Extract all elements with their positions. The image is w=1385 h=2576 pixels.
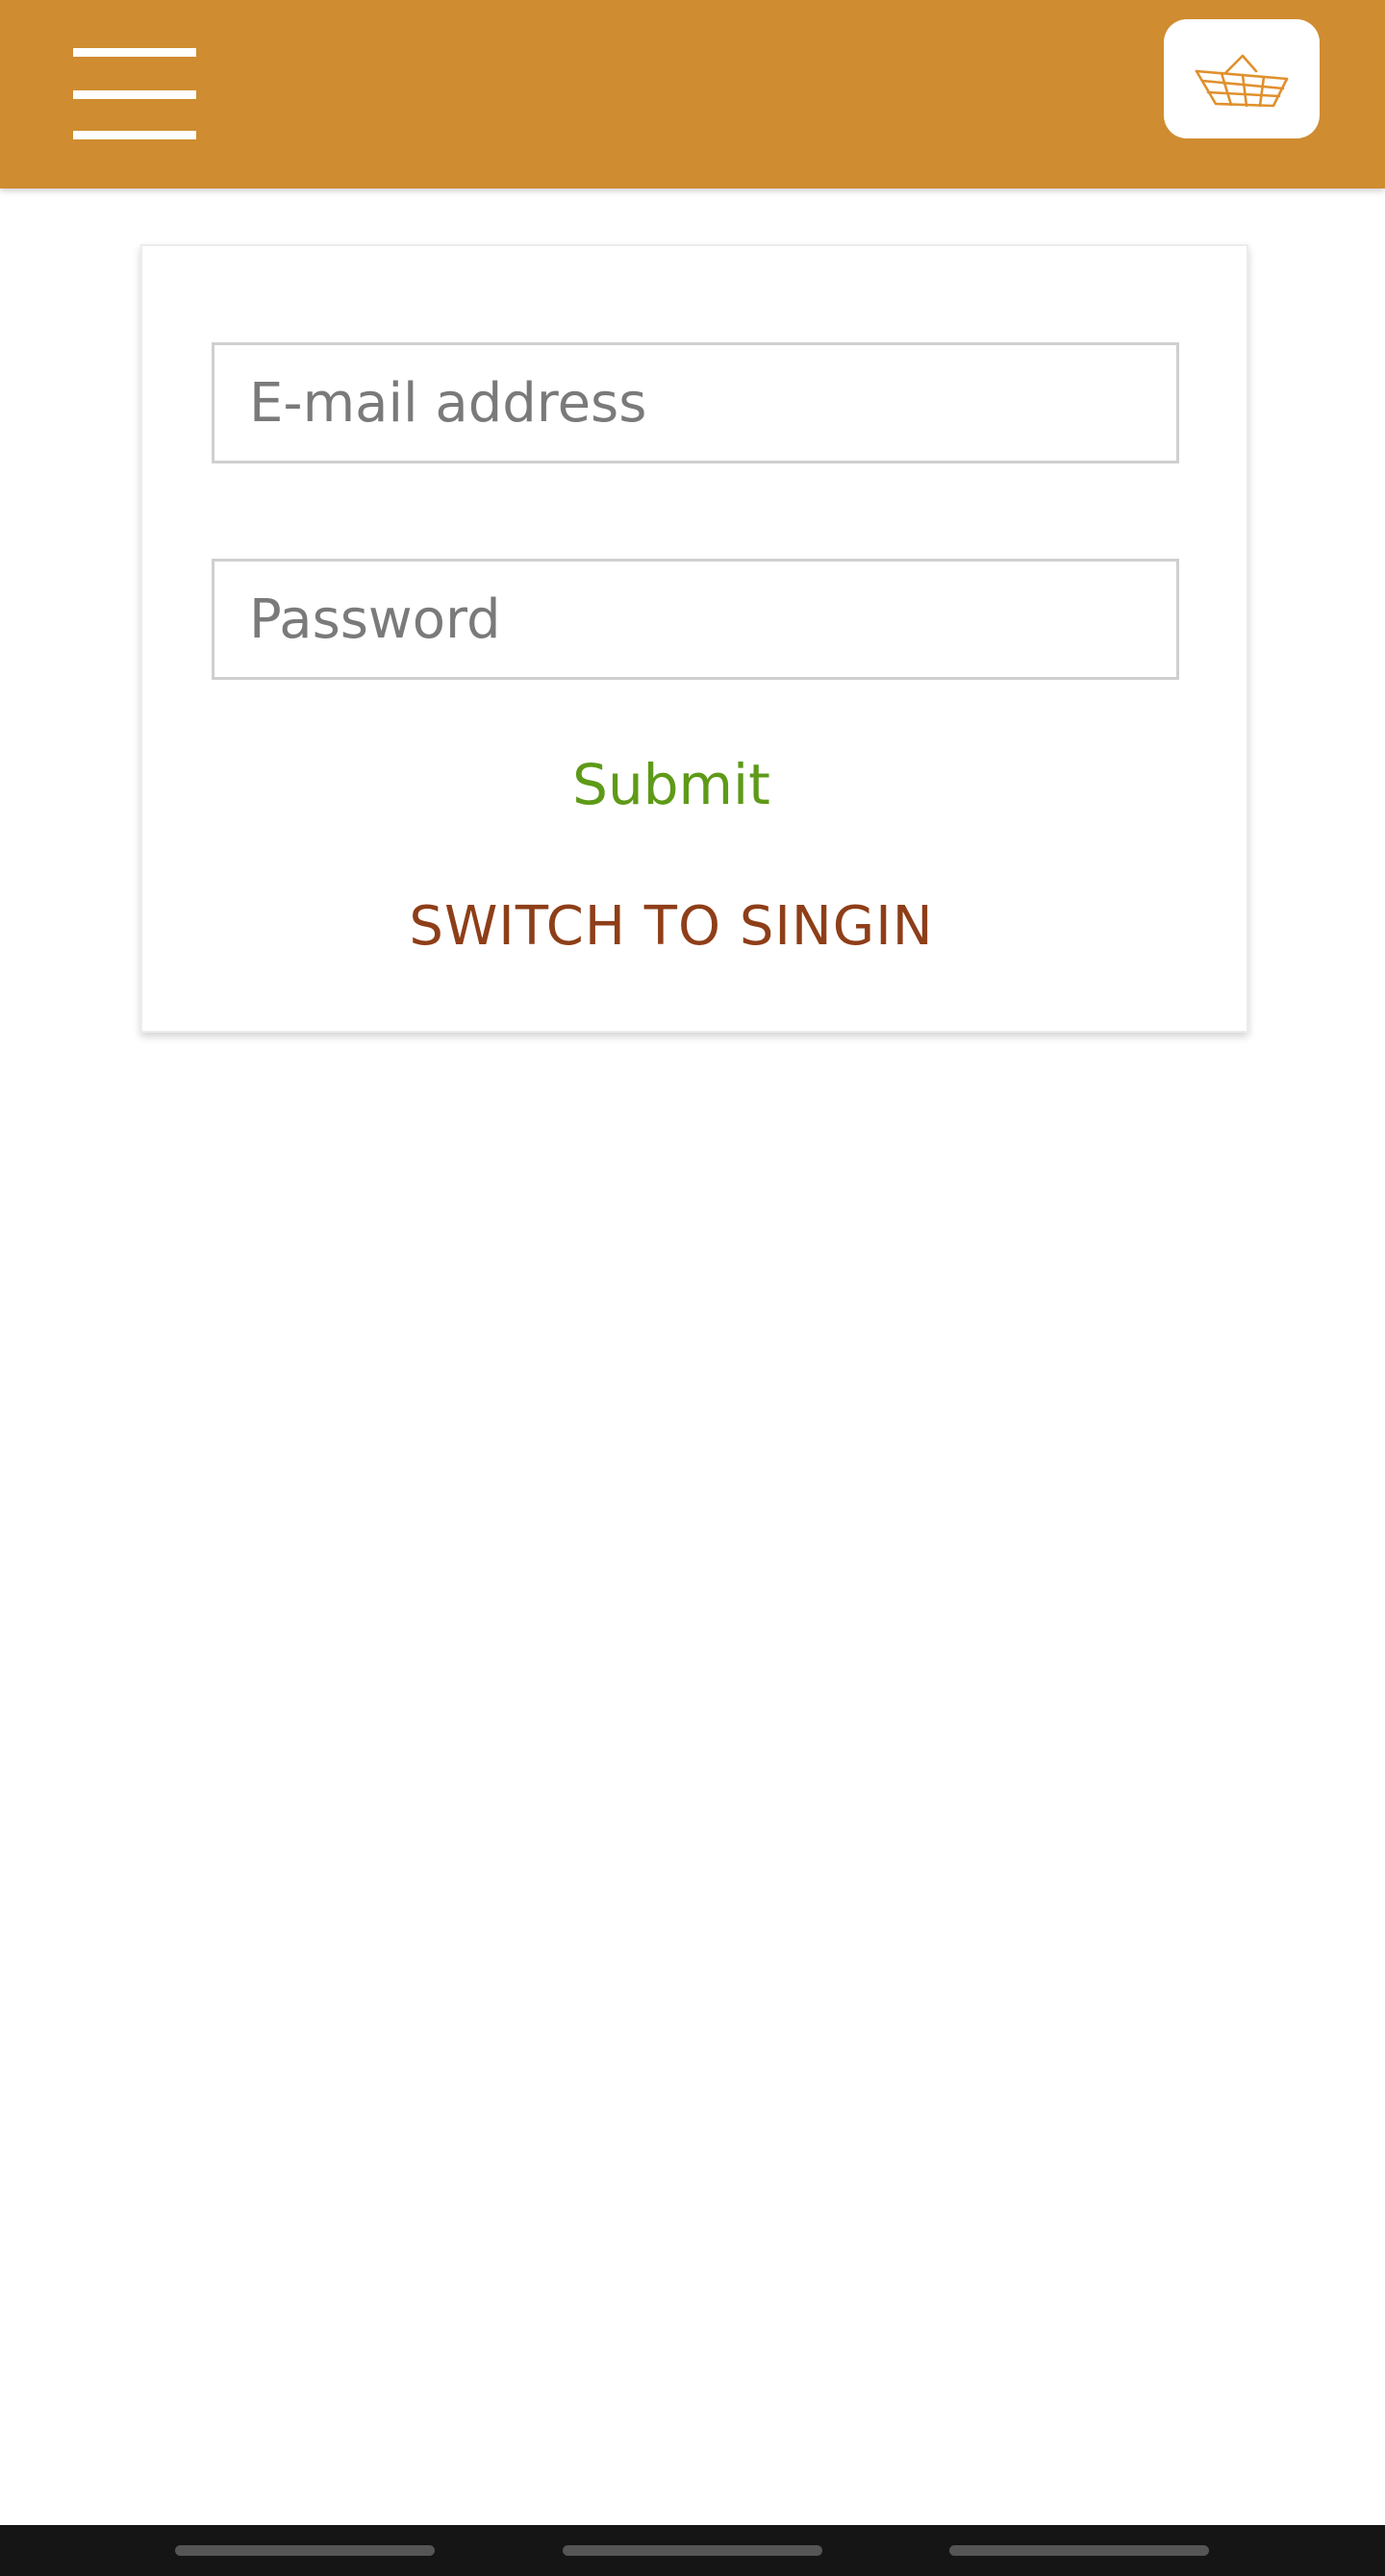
menu-bar-middle (73, 90, 196, 99)
basket-icon (1195, 54, 1289, 108)
submit-button[interactable]: Submit (142, 746, 1200, 823)
nav-handle-right[interactable] (949, 2545, 1209, 2556)
email-field[interactable] (212, 342, 1179, 463)
nav-handle-left[interactable] (175, 2545, 435, 2556)
switch-to-signin-button[interactable]: SWITCH TO SINGIN (142, 888, 1200, 965)
app-screen: Submit SWITCH TO SINGIN (0, 0, 1385, 2576)
password-field[interactable] (212, 559, 1179, 680)
menu-bar-top (73, 48, 196, 57)
email-input[interactable] (214, 345, 1176, 461)
login-card: Submit SWITCH TO SINGIN (140, 244, 1248, 1033)
top-app-bar (0, 0, 1385, 188)
nav-handle-center[interactable] (563, 2545, 822, 2556)
system-navigation-bar (0, 2525, 1385, 2576)
cart-button[interactable] (1164, 19, 1320, 138)
hamburger-menu-icon[interactable] (73, 48, 196, 140)
menu-bar-bottom (73, 131, 196, 139)
password-input[interactable] (214, 562, 1176, 677)
